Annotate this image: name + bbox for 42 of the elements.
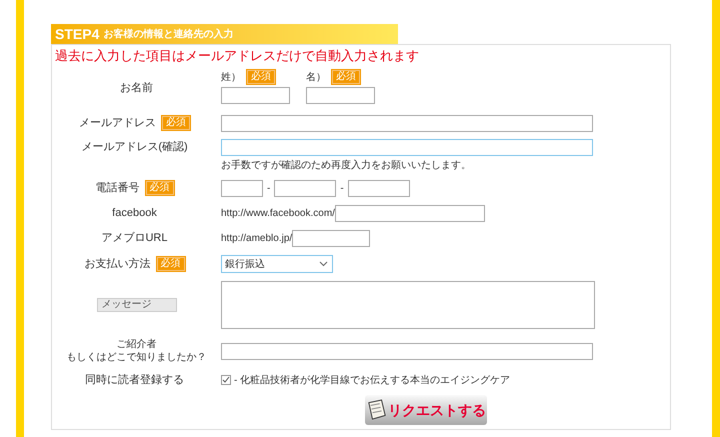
field-label: アメブロURL: [101, 230, 168, 246]
required-badge: 必須: [247, 70, 275, 84]
field-label: 電話番号: [96, 180, 140, 196]
step-number: STEP4: [55, 27, 100, 41]
field-label: お名前: [120, 80, 153, 96]
url-prefix: http://ameblo.jp/: [221, 232, 292, 246]
notebook-icon: [367, 398, 387, 422]
notice-text: 過去に入力した項目はメールアドレスだけで自動入力されます: [54, 47, 420, 65]
checkbox-label: - 化粧品技術者が化学目線でお伝えする本当のエイジングケア: [234, 374, 510, 388]
field-label: 姓）: [221, 70, 241, 84]
checkbox[interactable]: [221, 375, 231, 385]
input-field[interactable]: [334, 205, 485, 222]
input-field[interactable]: [292, 230, 370, 247]
step-title: お客様の情報と連絡先の入力: [103, 27, 234, 42]
input-field[interactable]: [221, 114, 593, 132]
field-label: メールアドレス(確認): [81, 140, 188, 155]
input-field[interactable]: [221, 342, 593, 360]
field-label: メールアドレス: [79, 116, 156, 131]
field-label: 同時に読者登録する: [85, 372, 184, 388]
required-badge: 必須: [146, 181, 174, 195]
input-field[interactable]: [221, 180, 263, 196]
input-field[interactable]: [221, 139, 593, 156]
message-label: メッセージ: [96, 298, 176, 312]
separator-text: -: [340, 182, 344, 196]
input-field[interactable]: [274, 180, 336, 196]
field-label: facebook: [112, 206, 157, 222]
message-field[interactable]: [221, 281, 595, 329]
input-field[interactable]: [348, 180, 410, 196]
payment-select[interactable]: 銀行振込: [221, 255, 333, 273]
field-label: 名）: [306, 70, 326, 84]
field-label: ご紹介者: [116, 338, 156, 351]
hint-text: お手数ですが確認のため再度入力をお願いいたします。: [221, 158, 472, 173]
input-field[interactable]: [221, 87, 290, 104]
separator-text: -: [267, 182, 270, 196]
required-badge: 必須: [332, 70, 360, 84]
input-field[interactable]: [306, 87, 375, 104]
required-badge: 必須: [156, 257, 184, 271]
url-prefix: http://www.facebook.com/: [221, 207, 335, 221]
required-badge: 必須: [162, 116, 190, 130]
chevron-down-icon: [319, 261, 328, 267]
field-label: お支払い方法: [84, 256, 150, 272]
field-label: もしくはどこで知りましたか？: [66, 351, 206, 364]
